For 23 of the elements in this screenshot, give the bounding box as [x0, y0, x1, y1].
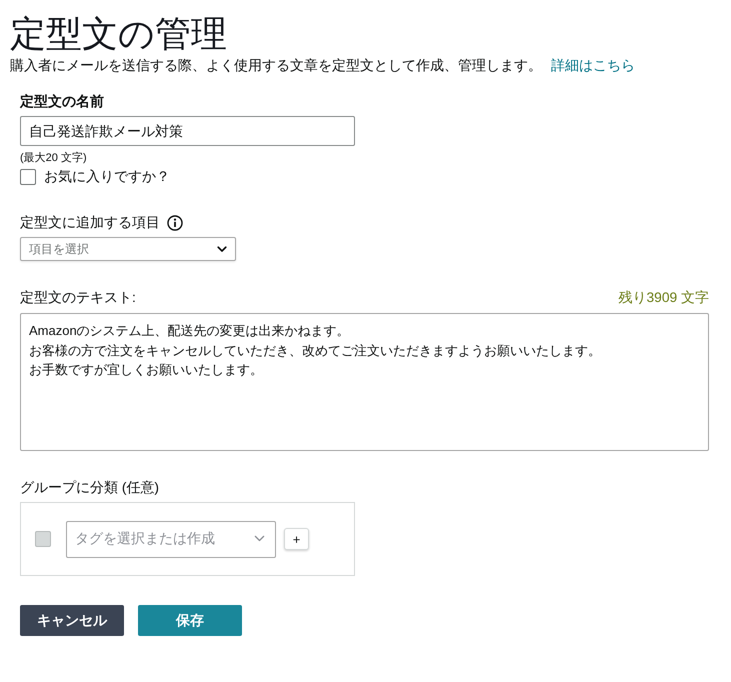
message-textarea[interactable]: Amazonのシステム上、配送先の変更は出来かねます。 お客様の方で注文をキャンセルしていただき、改めてご注文いただきますようお願いいたします。 お手数ですが宜しくお願いいたします。	[20, 313, 709, 451]
page-title: 定型文の管理	[10, 14, 227, 54]
field-label: 定型文の名前	[20, 93, 104, 111]
message-line: お手数ですが宜しくお願いいたします。	[29, 361, 263, 379]
name-input[interactable]: 自己発送詐欺メール対策	[20, 116, 355, 146]
save-button[interactable]: 保存	[138, 605, 242, 636]
info-icon	[167, 215, 183, 231]
field-label: 定型文のテキスト:	[20, 289, 136, 307]
help-link[interactable]: 詳細はこちら	[551, 57, 635, 75]
chevron-down-icon	[217, 246, 227, 252]
page-description: 購入者にメールを送信する際、よく使用する文章を定型文として作成、管理します。	[10, 57, 542, 75]
add-tag-button[interactable]: +	[284, 528, 309, 550]
field-label: 定型文に追加する項目	[20, 214, 160, 232]
cancel-button[interactable]: キャンセル	[20, 605, 124, 636]
insert-item-select[interactable]: 項目を選択	[20, 237, 236, 261]
remaining-characters: 残り3909 文字	[618, 289, 709, 307]
message-line: お客様の方で注文をキャンセルしていただき、改めてご注文いただきますようお願いいたします。	[29, 342, 601, 360]
character-limit-hint: (最大20 文字)	[20, 151, 87, 165]
checkbox-label: お気に入りですか？	[44, 168, 170, 186]
favorite-checkbox[interactable]	[20, 169, 36, 185]
chevron-down-icon	[254, 535, 265, 543]
field-label: グループに分類 (任意)	[20, 479, 160, 497]
message-line: Amazonのシステム上、配送先の変更は出来かねます。	[29, 322, 350, 340]
